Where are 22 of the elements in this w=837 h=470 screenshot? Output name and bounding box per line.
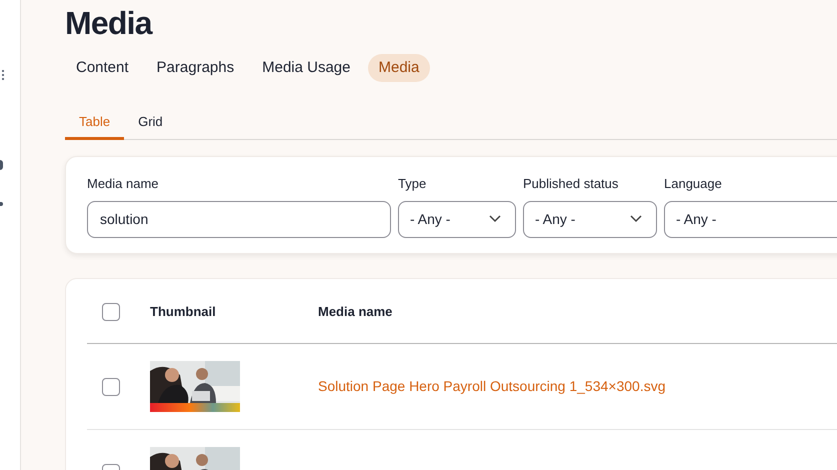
select-dropdown[interactable]: - Any - bbox=[664, 200, 837, 238]
select-dropdown[interactable]: - Any - bbox=[523, 200, 657, 238]
primary-tab[interactable]: Media Usage bbox=[251, 54, 362, 82]
primary-tab[interactable]: Content bbox=[65, 54, 140, 82]
primary-tab[interactable]: Media bbox=[368, 54, 430, 82]
field-label: Published status bbox=[523, 175, 620, 193]
primary-tab[interactable]: Paragraphs bbox=[146, 54, 246, 82]
media-link[interactable]: Solution Page Hero Payroll Outsourcing 1_534×300.svg bbox=[318, 376, 666, 397]
view-tab[interactable]: Table bbox=[65, 106, 124, 140]
select-dropdown[interactable]: - Any - bbox=[398, 200, 516, 238]
search-field[interactable]: solution bbox=[87, 200, 391, 238]
column-header: Media name bbox=[318, 302, 392, 321]
field-label: Media name bbox=[87, 175, 160, 193]
field-label: Type bbox=[398, 175, 428, 193]
chevron-down-icon bbox=[489, 215, 501, 223]
column-header: Thumbnail bbox=[150, 302, 217, 321]
checkbox[interactable] bbox=[102, 302, 120, 320]
view-tab[interactable]: Grid bbox=[124, 106, 177, 140]
chevron-down-icon bbox=[630, 215, 642, 223]
checkbox[interactable] bbox=[102, 378, 120, 396]
field-label: Language bbox=[664, 175, 723, 193]
page-title: Media bbox=[65, 5, 154, 41]
